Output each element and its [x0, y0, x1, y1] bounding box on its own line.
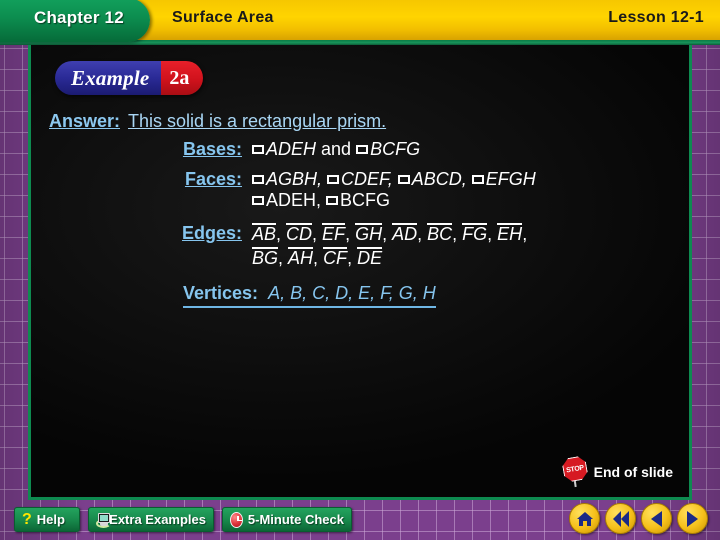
- bases-label: Bases:: [182, 139, 242, 159]
- parallelogram-icon: [471, 175, 484, 184]
- faces-item-2: CDEF,: [341, 169, 393, 189]
- help-button-label: Help: [36, 512, 65, 527]
- edges-value-line-1: AB, CD, EF, GH, AD, BC, FG, EH,: [252, 223, 528, 244]
- clock-icon: [230, 511, 243, 528]
- five-minute-check-button[interactable]: 5-Minute Check: [222, 507, 352, 532]
- example-badge-word: Example: [71, 65, 150, 90]
- edges-value-line-2: BG, AH, CF, DE: [252, 247, 383, 268]
- edge-segment-10: AH: [288, 247, 314, 268]
- parallelogram-icon: [326, 196, 339, 205]
- faces-item-3: ABCD,: [411, 169, 467, 189]
- help-button[interactable]: ? Help: [14, 507, 80, 532]
- stop-sign-icon: STOP: [561, 455, 589, 488]
- answer-block: Answer: This solid is a rectangular pris…: [31, 111, 689, 308]
- vertices-underline: Vertices: A, B, C, D, E, F, G, H: [183, 283, 436, 308]
- edge-segment-2: CD: [286, 223, 313, 244]
- edge-segment-6: BC: [427, 223, 453, 244]
- edge-segment-12: DE: [357, 247, 383, 268]
- lesson-label: Lesson 12-1: [608, 9, 704, 26]
- faces-item-6: BCFG: [340, 190, 391, 210]
- parallelogram-icon: [327, 175, 340, 184]
- example-badge-right: 2a: [161, 61, 204, 95]
- edges-label: Edges:: [181, 223, 242, 243]
- edge-segment-9: BG: [252, 247, 279, 268]
- vertices-row: Vertices: A, B, C, D, E, F, G, H: [31, 283, 689, 308]
- extra-examples-button-label: Extra Examples: [109, 512, 206, 527]
- edge-segment-11: CF: [323, 247, 348, 268]
- parallelogram-icon: [252, 145, 264, 154]
- question-mark-icon: ?: [22, 510, 32, 528]
- slide-window: Chapter 12 Surface Area Lesson 12-1 Exam…: [0, 0, 720, 540]
- parallelogram-icon: [252, 175, 264, 184]
- faces-label: Faces:: [184, 169, 242, 189]
- bases-item-1: ADEH: [266, 139, 317, 159]
- next-slide-button[interactable]: [677, 503, 708, 534]
- stop-sign-text: STOP: [565, 464, 584, 474]
- example-badge: Example 2a: [55, 61, 204, 95]
- back-icon: [651, 510, 662, 527]
- five-minute-check-button-label: 5-Minute Check: [247, 512, 344, 527]
- edge-segment-5: AD: [392, 223, 418, 244]
- edge-segment-1: AB: [252, 223, 277, 244]
- answer-sentence: This solid is a rectangular prism.: [128, 111, 387, 131]
- navigation-buttons: [569, 503, 708, 534]
- answer-label: Answer:: [49, 111, 121, 131]
- bottom-toolbar: ? Help Extra Examples 5-Minute Check: [0, 498, 720, 540]
- edge-segment-4: GH: [355, 223, 383, 244]
- parallelogram-icon: [356, 145, 369, 154]
- subject-title: Surface Area: [172, 9, 274, 26]
- vertices-label: Vertices:: [183, 283, 259, 303]
- edges-row: Edges: AB, CD, EF, GH, AD, BC, FG, EH,: [31, 223, 689, 245]
- chapter-label: Chapter 12: [34, 8, 124, 27]
- home-button[interactable]: [569, 503, 600, 534]
- forward-icon: [687, 510, 698, 527]
- edge-segment-3: EF: [322, 223, 346, 244]
- faces-value-line-2: ADEH, BCFG: [252, 190, 689, 211]
- edge-segment-7: FG: [462, 223, 488, 244]
- faces-row: Faces: AGBH, CDEF, ABCD, EFGH: [31, 169, 689, 190]
- bases-conjunction: and: [321, 139, 352, 159]
- faces-item-5: ADEH,: [266, 190, 322, 210]
- previous-section-button[interactable]: [605, 503, 636, 534]
- example-badge-number: 2a: [169, 66, 190, 89]
- slide-content-area: Example 2a Answer: This solid is a recta…: [31, 45, 689, 497]
- faces-item-1: AGBH,: [266, 169, 323, 189]
- faces-item-4: EFGH: [485, 169, 536, 189]
- home-icon: [576, 511, 593, 526]
- faces-value-line-1: AGBH, CDEF, ABCD, EFGH: [252, 169, 536, 190]
- edge-segment-8: EH: [497, 223, 523, 244]
- parallelogram-icon: [397, 175, 410, 184]
- parallelogram-icon: [252, 196, 264, 205]
- bases-value: ADEH and BCFG: [252, 139, 420, 160]
- answer-row: Answer: This solid is a rectangular pris…: [31, 111, 689, 132]
- example-badge-left: Example: [55, 61, 162, 95]
- monitor-icon: [96, 512, 111, 528]
- end-of-slide-marker: STOP End of slide: [561, 455, 673, 488]
- double-back-icon: [612, 510, 629, 527]
- bases-item-2: BCFG: [370, 139, 421, 159]
- bases-row: Bases: ADEH and BCFG: [31, 139, 689, 160]
- extra-examples-button[interactable]: Extra Examples: [88, 507, 214, 532]
- stop-sign-octagon: STOP: [561, 455, 589, 483]
- end-of-slide-label: End of slide: [593, 464, 673, 480]
- previous-slide-button[interactable]: [641, 503, 672, 534]
- vertices-value: A, B, C, D, E, F, G, H: [268, 283, 436, 303]
